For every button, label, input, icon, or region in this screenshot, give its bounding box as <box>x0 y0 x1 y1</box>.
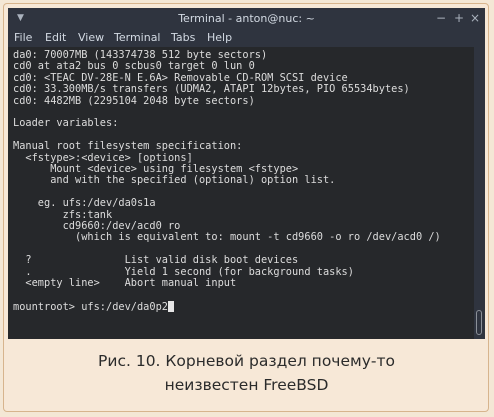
terminal-line: Manual root filesystem specification: <box>13 140 243 153</box>
menu-view[interactable]: View <box>78 29 104 47</box>
terminal-line: (which is equivalent to: mount -t cd9660… <box>13 231 441 244</box>
terminal-output[interactable]: da0: 70007MB (143374738 512 byte sectors… <box>8 47 474 339</box>
prompt-text: mountroot> ufs:/dev/da0p2 <box>13 300 168 313</box>
terminal-prompt-line[interactable]: mountroot> ufs:/dev/da0p2 <box>13 300 174 313</box>
terminal-line: Loader variables: <box>13 117 119 130</box>
title-bar[interactable]: ▼ Terminal - anton@nuc: ~ − + × <box>8 8 485 29</box>
menu-tabs[interactable]: Tabs <box>171 29 195 47</box>
maximize-icon[interactable]: + <box>454 8 464 29</box>
menu-edit[interactable]: Edit <box>45 29 66 47</box>
text-cursor <box>167 300 174 312</box>
menu-terminal[interactable]: Terminal <box>114 29 161 47</box>
caption-line-2: неизвестен FreeBSD <box>164 376 329 394</box>
terminal-window: ▼ Terminal - anton@nuc: ~ − + × File Edi… <box>8 8 485 339</box>
terminal-line: cd0: 33.300MB/s transfers (UDMA2, ATAPI … <box>13 83 410 96</box>
terminal-line: cd0: 4482MB (2295104 2048 byte sectors) <box>13 94 255 107</box>
scrollbar[interactable] <box>474 47 485 339</box>
terminal-line: ? List valid disk boot devices <box>13 254 299 267</box>
caption-line-1: Рис. 10. Корневой раздел почему-то <box>98 352 395 370</box>
close-icon[interactable]: × <box>470 8 480 29</box>
minimize-icon[interactable]: − <box>436 8 446 29</box>
menu-file[interactable]: File <box>14 29 32 47</box>
scrollbar-thumb[interactable] <box>476 310 482 335</box>
menu-help[interactable]: Help <box>207 29 232 47</box>
terminal-line: <empty line> Abort manual input <box>13 277 237 289</box>
menu-bar: File Edit View Terminal Tabs Help <box>8 29 485 47</box>
terminal-line: eg. ufs:/dev/da0s1a <box>13 197 156 210</box>
window-title: Terminal - anton@nuc: ~ <box>178 12 315 25</box>
terminal-line: and with the specified (optional) option… <box>13 174 336 187</box>
figure-caption: Рис. 10. Корневой раздел почему-то неизв… <box>8 340 485 406</box>
